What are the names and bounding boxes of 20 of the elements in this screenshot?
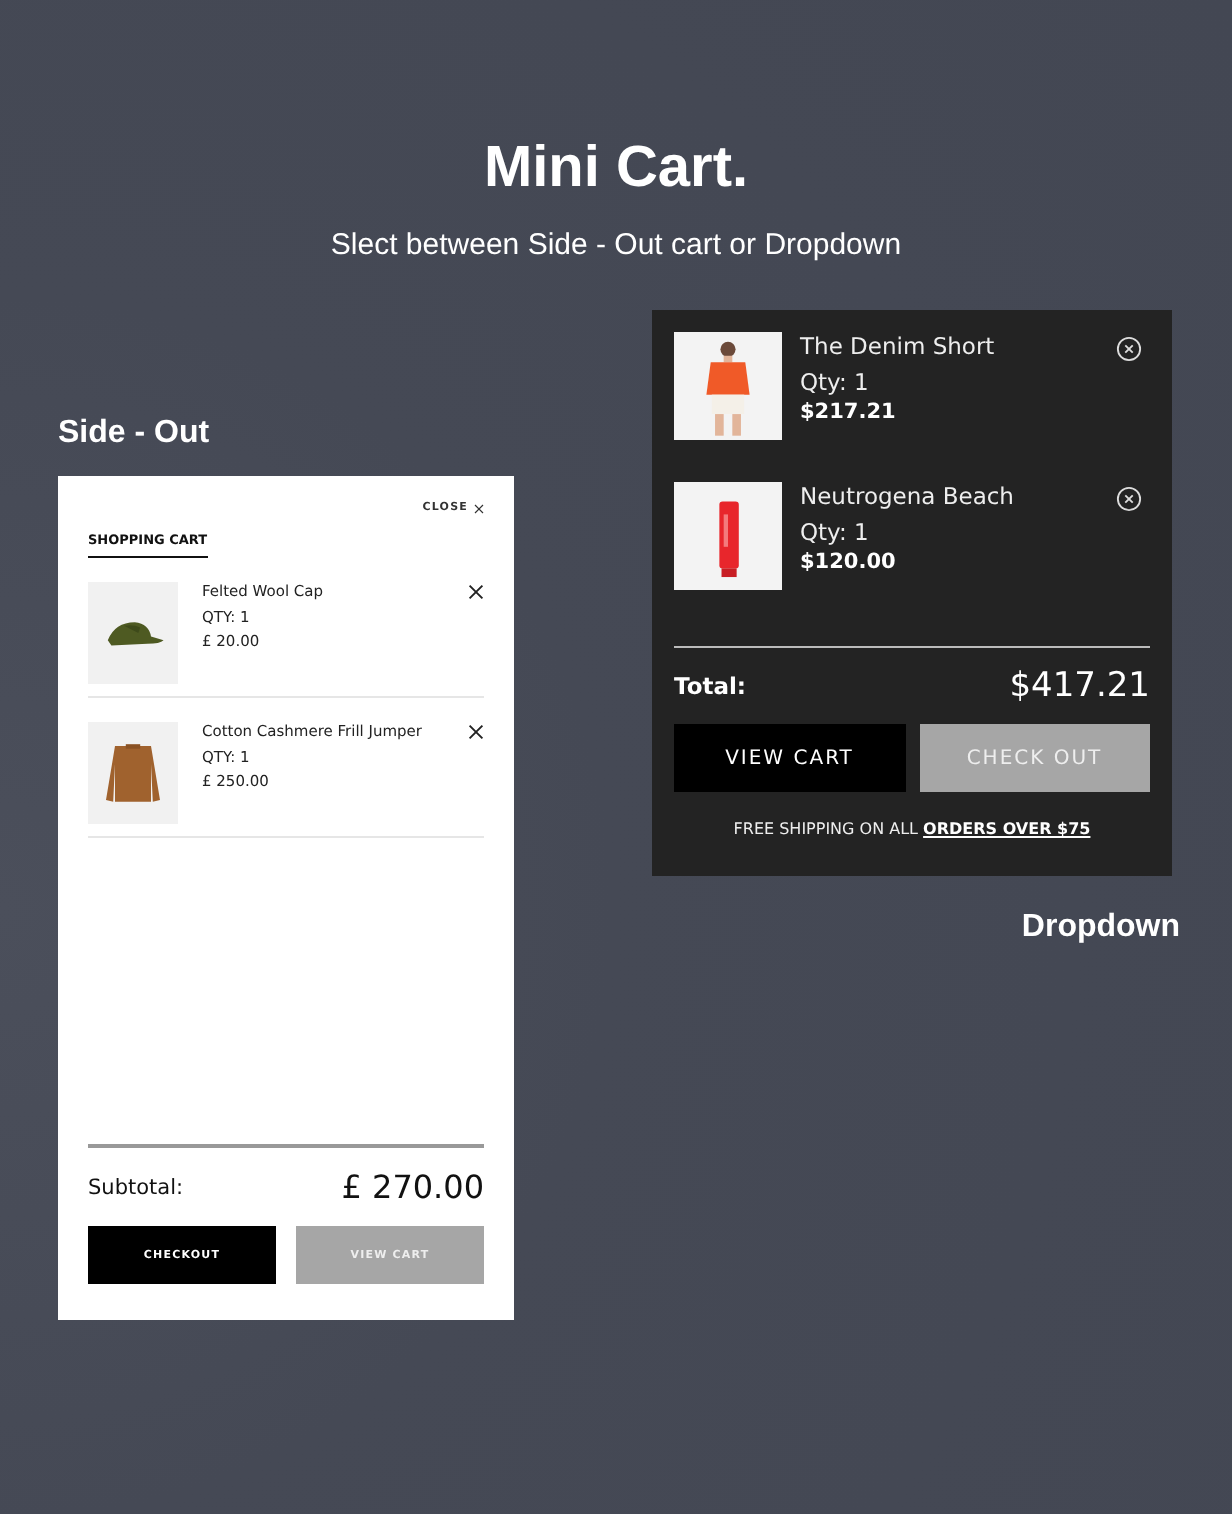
view-cart-button[interactable]: VIEW CART: [674, 724, 905, 792]
remove-icon[interactable]: [468, 724, 484, 740]
page-title: Mini Cart.: [483, 134, 749, 204]
quantity-text: Qty: 1: [800, 516, 871, 548]
product-name[interactable]: The Denim Short: [800, 332, 1116, 360]
shipping-note: FREE SHIPPING ON ALL ORDERS OVER $75: [731, 820, 1093, 838]
page-subtitle: Slect between Side - Out cart or Dropdown: [330, 228, 902, 264]
price-text: $120.00: [800, 548, 898, 576]
subtotal-amount: £ 270.00: [341, 1168, 484, 1206]
total-amount: $417.21: [1009, 666, 1150, 706]
section-label: Dropdown: [1021, 908, 1180, 948]
product-name[interactable]: Neutrogena Beach: [800, 482, 1116, 510]
orders-link[interactable]: ORDERS OVER $75: [923, 820, 1091, 838]
quantity-text: Qty: 1: [800, 366, 871, 398]
section-label: Side - Out: [58, 414, 210, 454]
total-label: Total:: [674, 672, 747, 700]
price-text: $217.21: [800, 398, 898, 426]
close-icon[interactable]: [474, 503, 484, 513]
subtotal-label: Subtotal:: [88, 1175, 184, 1199]
remove-icon[interactable]: [468, 584, 484, 600]
